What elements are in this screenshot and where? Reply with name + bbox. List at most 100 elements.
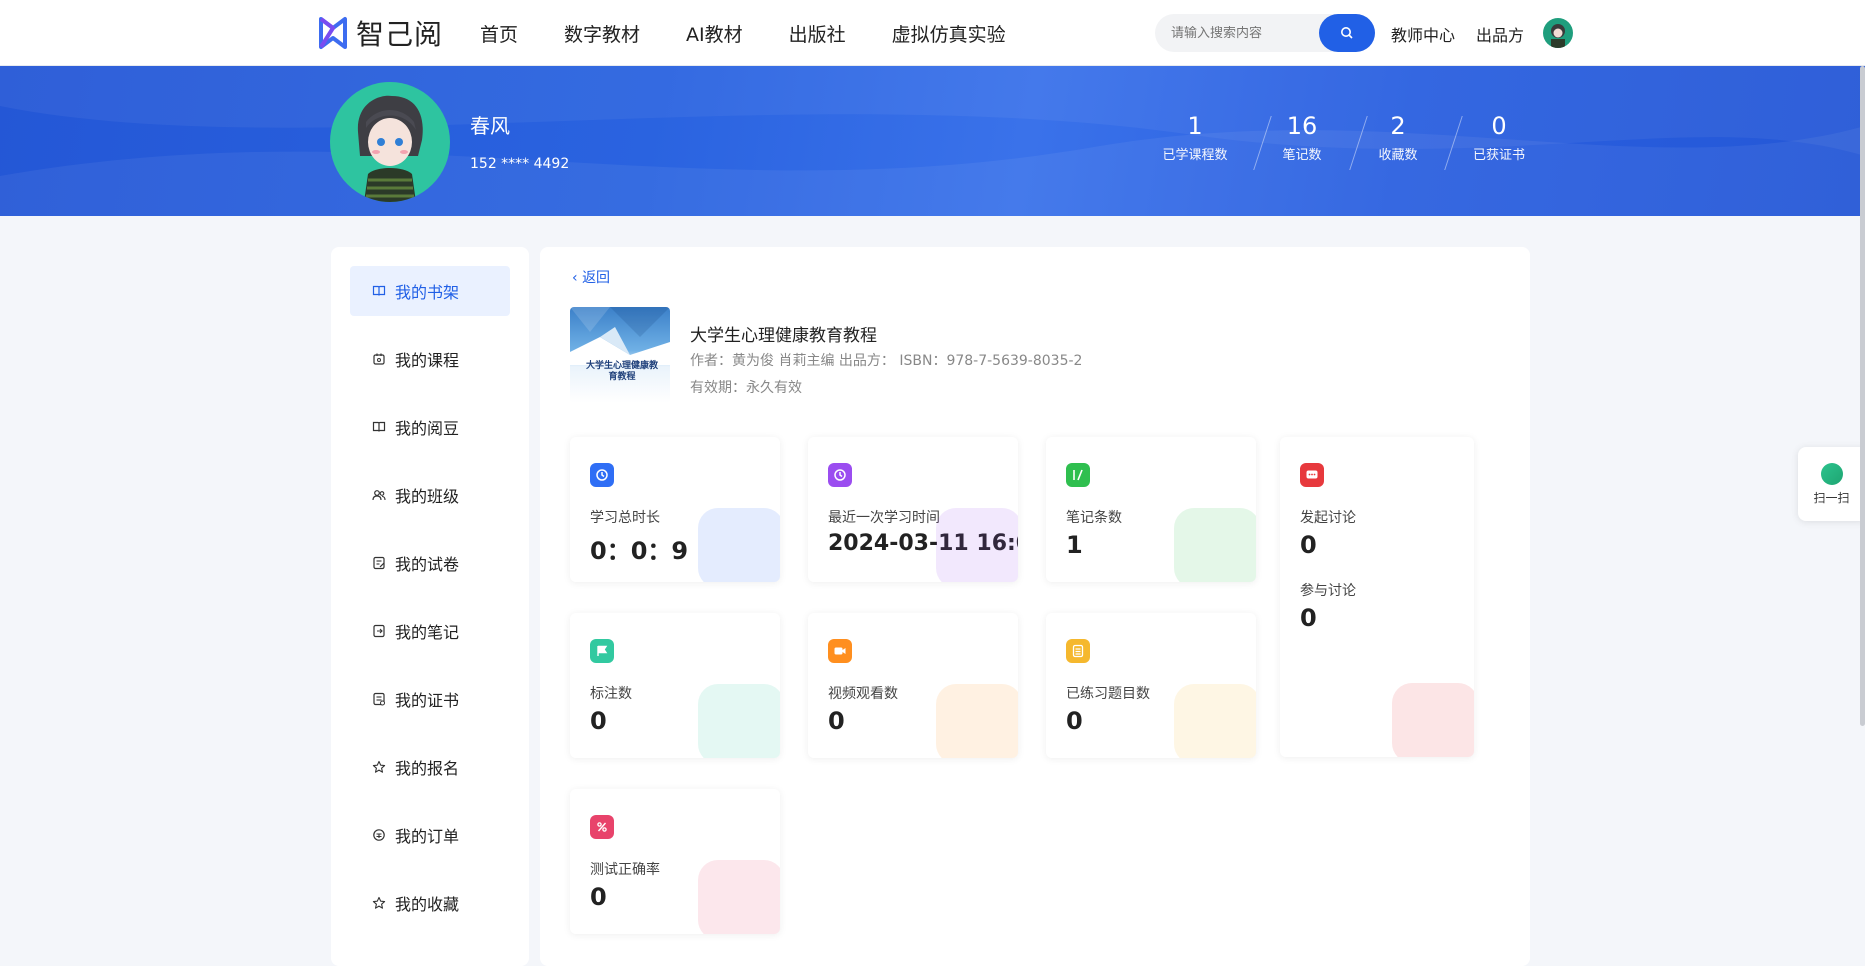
clock-icon <box>936 508 1018 582</box>
stat-notes[interactable]: 16 笔记数 <box>1257 112 1347 163</box>
stat-certificates[interactable]: 0 已获证书 <box>1454 112 1544 163</box>
chevron-left-icon: ‹ <box>572 270 578 286</box>
book-meta: 作者：黄为俊 肖莉主编 出品方： ISBN：978-7-5639-8035-2 <box>690 353 1083 369</box>
book-cover[interactable]: 大学生心理健康教育教程 <box>570 307 670 403</box>
clock-icon <box>828 463 852 487</box>
bean-icon <box>372 421 386 432</box>
stat-favorites[interactable]: 2 收藏数 <box>1353 112 1443 163</box>
avatar-image <box>357 95 423 202</box>
card-label: 学习总时长 <box>590 510 660 526</box>
user-phone: 152 **** 4492 <box>470 156 570 172</box>
certificate-icon <box>373 692 385 706</box>
user-name: 春风 <box>470 114 510 138</box>
sidebar-item-label: 我的阅豆 <box>395 419 460 438</box>
publisher-link[interactable]: 出品方 <box>1476 22 1524 46</box>
back-button[interactable]: ‹ 返回 <box>572 267 610 287</box>
search-button[interactable] <box>1319 14 1375 52</box>
list-icon <box>1066 639 1090 663</box>
back-label: 返回 <box>582 270 611 286</box>
sidebar-item-label: 我的订单 <box>395 827 460 846</box>
sidebar: 我的书架 我的课程 我的阅豆 我的班级 我的试卷 我的笔记 我的证书 我的报名 … <box>331 247 529 966</box>
sidebar-item-orders[interactable]: 我的订单 <box>350 810 510 860</box>
profile-avatar[interactable] <box>330 82 450 202</box>
nav-ai-textbook[interactable]: AI教材 <box>686 20 743 47</box>
sidebar-item-favorites[interactable]: 我的收藏 <box>350 878 510 928</box>
nav-digital-textbook[interactable]: 数字教材 <box>564 20 640 47</box>
list-icon <box>1174 684 1256 758</box>
card-value: 0 <box>828 707 845 735</box>
chat-icon <box>1392 683 1474 757</box>
card-value: 0 <box>1066 707 1083 735</box>
book-detail-panel: ‹ 返回 大学生心理健康教育教程 大学生心理健康教育教程 作者：黄为俊 肖莉主编… <box>540 247 1530 966</box>
profile-stats: 1 已学课程数 16 笔记数 2 收藏数 0 已获证书 <box>1150 112 1550 172</box>
search-input[interactable] <box>1155 25 1315 41</box>
search-icon <box>1341 27 1353 39</box>
sidebar-item-certificates[interactable]: 我的证书 <box>350 674 510 724</box>
stat-card-last-study: 最近一次学习时间 2024-03-11 16:04 <box>808 437 1018 582</box>
nav-virtual-lab[interactable]: 虚拟仿真实验 <box>892 20 1006 47</box>
stat-value: 2 <box>1390 112 1406 140</box>
note-icon <box>373 624 385 638</box>
card-label: 标注数 <box>590 686 632 702</box>
flag-icon <box>698 684 780 758</box>
video-icon <box>936 684 1018 758</box>
top-navbar: 智己阅 首页 数字教材 AI教材 出版社 虚拟仿真实验 教师中心 出品方 <box>0 0 1865 66</box>
nav-home[interactable]: 首页 <box>480 20 518 47</box>
sidebar-item-label: 我的试卷 <box>395 555 460 574</box>
sidebar-item-bookshelf[interactable]: 我的书架 <box>350 266 510 316</box>
stat-value: 0 <box>1491 112 1507 140</box>
sidebar-item-exams[interactable]: 我的试卷 <box>350 538 510 588</box>
star-icon <box>372 896 386 909</box>
stat-courses[interactable]: 1 已学课程数 <box>1150 112 1240 163</box>
sidebar-item-label: 我的收藏 <box>395 895 460 914</box>
teacher-center-link[interactable]: 教师中心 <box>1391 22 1455 46</box>
card-label: 测试正确率 <box>590 862 660 878</box>
exam-icon <box>373 556 385 570</box>
sidebar-item-label: 我的课程 <box>395 351 460 370</box>
percent-icon <box>698 860 780 934</box>
stat-card-exercises: 已练习题目数 0 <box>1046 613 1256 758</box>
book-title: 大学生心理健康教育教程 <box>690 326 877 346</box>
profile-banner <box>0 66 1865 216</box>
sidebar-item-label: 我的报名 <box>395 759 460 778</box>
sidebar-item-beans[interactable]: 我的阅豆 <box>350 402 510 452</box>
logo-icon <box>319 17 347 49</box>
search-box <box>1155 14 1375 52</box>
card-label: 最近一次学习时间 <box>828 510 940 526</box>
stat-label: 收藏数 <box>1378 148 1418 163</box>
main-nav: 首页 数字教材 AI教材 出版社 虚拟仿真实验 <box>480 20 1052 47</box>
scan-label: 扫一扫 <box>1813 491 1850 505</box>
sidebar-item-class[interactable]: 我的班级 <box>350 470 510 520</box>
banner-decoration <box>0 66 1865 216</box>
video-icon <box>828 639 852 663</box>
avatar-image <box>1551 24 1565 48</box>
card-label: 已练习题目数 <box>1066 686 1150 702</box>
class-icon <box>372 490 386 501</box>
logo[interactable]: 智己阅 <box>318 14 443 52</box>
book-validity: 有效期：永久有效 <box>690 380 802 396</box>
stat-card-discussions: 发起讨论 0 参与讨论 0 <box>1280 437 1474 757</box>
sidebar-item-registration[interactable]: 我的报名 <box>350 742 510 792</box>
sidebar-item-label: 我的证书 <box>395 691 460 710</box>
star-icon <box>372 760 386 773</box>
card-value: 0 <box>1300 604 1317 632</box>
card-label: 视频观看数 <box>828 686 898 702</box>
card-label: 笔记条数 <box>1066 510 1122 526</box>
nav-publisher[interactable]: 出版社 <box>789 20 846 47</box>
card-label: 发起讨论 <box>1300 510 1356 526</box>
header-avatar[interactable] <box>1543 18 1573 48</box>
scan-icon <box>1820 463 1843 485</box>
scan-widget[interactable]: 扫一扫 <box>1798 447 1865 521</box>
scrollbar[interactable] <box>1860 66 1865 726</box>
percent-icon <box>590 815 614 839</box>
stat-value: 1 <box>1187 112 1203 140</box>
stat-label: 已获证书 <box>1472 148 1525 163</box>
course-icon <box>373 353 385 365</box>
stat-card-notes: 笔记条数 1 <box>1046 437 1256 582</box>
card-value: 0 <box>590 883 607 911</box>
card-value: 1 <box>1066 531 1083 559</box>
stat-label: 已学课程数 <box>1162 148 1228 163</box>
sidebar-item-courses[interactable]: 我的课程 <box>350 334 510 384</box>
note-pen-icon <box>1174 508 1256 582</box>
sidebar-item-notes[interactable]: 我的笔记 <box>350 606 510 656</box>
